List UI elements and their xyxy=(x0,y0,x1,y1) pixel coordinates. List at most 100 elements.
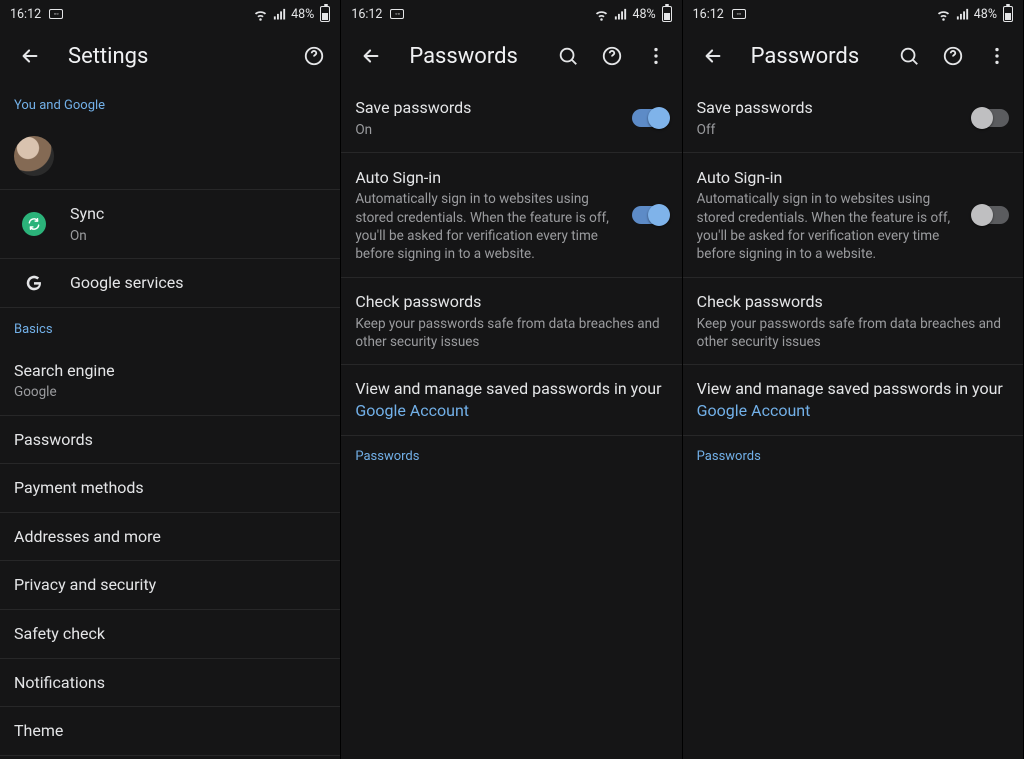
auto-signin-title: Auto Sign-in xyxy=(355,167,615,189)
back-button[interactable] xyxy=(10,36,50,76)
theme-row[interactable]: Theme xyxy=(0,707,340,756)
status-time: 16:12 xyxy=(10,7,41,22)
privacy-label: Privacy and security xyxy=(14,574,326,596)
sync-icon-wrap xyxy=(14,212,54,236)
search-button[interactable] xyxy=(889,36,929,76)
statusbar: 16:12 ◦◦ 48% xyxy=(0,0,340,28)
save-passwords-row[interactable]: Save passwords Off xyxy=(683,84,1023,153)
screen-settings: 16:12 ◦◦ 48% Settings You and Google xyxy=(0,0,341,759)
wifi-icon xyxy=(253,7,268,22)
google-services-label: Google services xyxy=(70,272,326,294)
google-account-link[interactable]: Google Account xyxy=(355,401,469,420)
addresses-label: Addresses and more xyxy=(14,526,326,548)
back-button[interactable] xyxy=(351,36,391,76)
save-passwords-title: Save passwords xyxy=(697,97,957,119)
check-passwords-sub: Keep your passwords safe from data breac… xyxy=(355,315,667,351)
google-icon xyxy=(14,272,54,294)
passwords-label: Passwords xyxy=(14,429,326,451)
wifi-icon xyxy=(594,7,609,22)
account-row[interactable] xyxy=(0,123,340,189)
passwords-row[interactable]: Passwords xyxy=(0,416,340,465)
wifi-icon xyxy=(936,7,951,22)
notif-icon: ◦◦ xyxy=(49,9,63,19)
sync-icon xyxy=(22,212,46,236)
privacy-row[interactable]: Privacy and security xyxy=(0,561,340,610)
avatar xyxy=(14,136,54,176)
sync-sub: On xyxy=(70,227,326,245)
notif-icon: ◦◦ xyxy=(390,9,404,19)
auto-signin-sub: Automatically sign in to websites using … xyxy=(355,190,615,263)
manage-passwords-row[interactable]: View and manage saved passwords in your … xyxy=(341,365,681,435)
statusbar: 16:12 ◦◦ 48% xyxy=(683,0,1023,28)
save-passwords-toggle[interactable] xyxy=(632,109,668,127)
help-button[interactable] xyxy=(294,36,334,76)
section-you-and-google: You and Google xyxy=(0,84,340,123)
statusbar: 16:12 ◦◦ 48% xyxy=(341,0,681,28)
search-button[interactable] xyxy=(548,36,588,76)
screen-passwords-on: 16:12 ◦◦ 48% Passwords Save passwords On… xyxy=(341,0,682,759)
theme-label: Theme xyxy=(14,720,326,742)
google-services-row[interactable]: Google services xyxy=(0,259,340,308)
status-battery-pct: 48% xyxy=(632,7,655,22)
auto-signin-row[interactable]: Auto Sign-in Automatically sign in to we… xyxy=(683,153,1023,278)
manage-prefix: View and manage saved passwords in your xyxy=(355,379,661,398)
status-time: 16:12 xyxy=(693,7,724,22)
battery-icon xyxy=(1003,6,1013,22)
auto-signin-toggle[interactable] xyxy=(632,206,668,224)
help-button[interactable] xyxy=(592,36,632,76)
status-time: 16:12 xyxy=(351,7,382,22)
sync-row[interactable]: Sync On xyxy=(0,189,340,259)
auto-signin-toggle[interactable] xyxy=(973,206,1009,224)
notifications-label: Notifications xyxy=(14,672,326,694)
appbar: Settings xyxy=(0,28,340,84)
back-button[interactable] xyxy=(693,36,733,76)
save-passwords-title: Save passwords xyxy=(355,97,615,119)
save-passwords-sub: Off xyxy=(697,121,957,139)
safety-row[interactable]: Safety check xyxy=(0,610,340,659)
notif-icon: ◦◦ xyxy=(732,9,746,19)
auto-signin-sub: Automatically sign in to websites using … xyxy=(697,190,957,263)
addresses-row[interactable]: Addresses and more xyxy=(0,513,340,562)
search-engine-row[interactable]: Search engine Google xyxy=(0,347,340,416)
save-passwords-row[interactable]: Save passwords On xyxy=(341,84,681,153)
payment-row[interactable]: Payment methods xyxy=(0,464,340,513)
page-title: Passwords xyxy=(409,44,543,69)
payment-label: Payment methods xyxy=(14,477,326,499)
check-passwords-row[interactable]: Check passwords Keep your passwords safe… xyxy=(341,278,681,365)
section-basics: Basics xyxy=(0,308,340,347)
save-passwords-toggle[interactable] xyxy=(973,109,1009,127)
manage-passwords-text: View and manage saved passwords in your … xyxy=(697,378,1009,421)
safety-label: Safety check xyxy=(14,623,326,645)
signal-icon xyxy=(955,7,970,22)
more-button[interactable] xyxy=(977,36,1017,76)
save-passwords-sub: On xyxy=(355,121,615,139)
appbar: Passwords xyxy=(341,28,681,84)
signal-icon xyxy=(272,7,287,22)
manage-prefix: View and manage saved passwords in your xyxy=(697,379,1003,398)
auto-signin-row[interactable]: Auto Sign-in Automatically sign in to we… xyxy=(341,153,681,278)
page-title: Passwords xyxy=(751,44,885,69)
signal-icon xyxy=(613,7,628,22)
manage-passwords-row[interactable]: View and manage saved passwords in your … xyxy=(683,365,1023,435)
notifications-row[interactable]: Notifications xyxy=(0,659,340,708)
auto-signin-title: Auto Sign-in xyxy=(697,167,957,189)
screen-passwords-off: 16:12 ◦◦ 48% Passwords Save passwords Of… xyxy=(683,0,1024,759)
status-battery-pct: 48% xyxy=(974,7,997,22)
manage-passwords-text: View and manage saved passwords in your … xyxy=(355,378,667,421)
passwords-section-label: Passwords xyxy=(683,436,1023,476)
check-passwords-row[interactable]: Check passwords Keep your passwords safe… xyxy=(683,278,1023,365)
battery-icon xyxy=(662,6,672,22)
status-battery-pct: 48% xyxy=(291,7,314,22)
help-button[interactable] xyxy=(933,36,973,76)
check-passwords-title: Check passwords xyxy=(697,291,1009,313)
sync-title: Sync xyxy=(70,203,326,225)
battery-icon xyxy=(320,6,330,22)
more-button[interactable] xyxy=(636,36,676,76)
search-engine-sub: Google xyxy=(14,383,326,401)
passwords-section-label: Passwords xyxy=(341,436,681,476)
search-engine-title: Search engine xyxy=(14,360,326,382)
appbar: Passwords xyxy=(683,28,1023,84)
google-account-link[interactable]: Google Account xyxy=(697,401,811,420)
check-passwords-sub: Keep your passwords safe from data breac… xyxy=(697,315,1009,351)
check-passwords-title: Check passwords xyxy=(355,291,667,313)
